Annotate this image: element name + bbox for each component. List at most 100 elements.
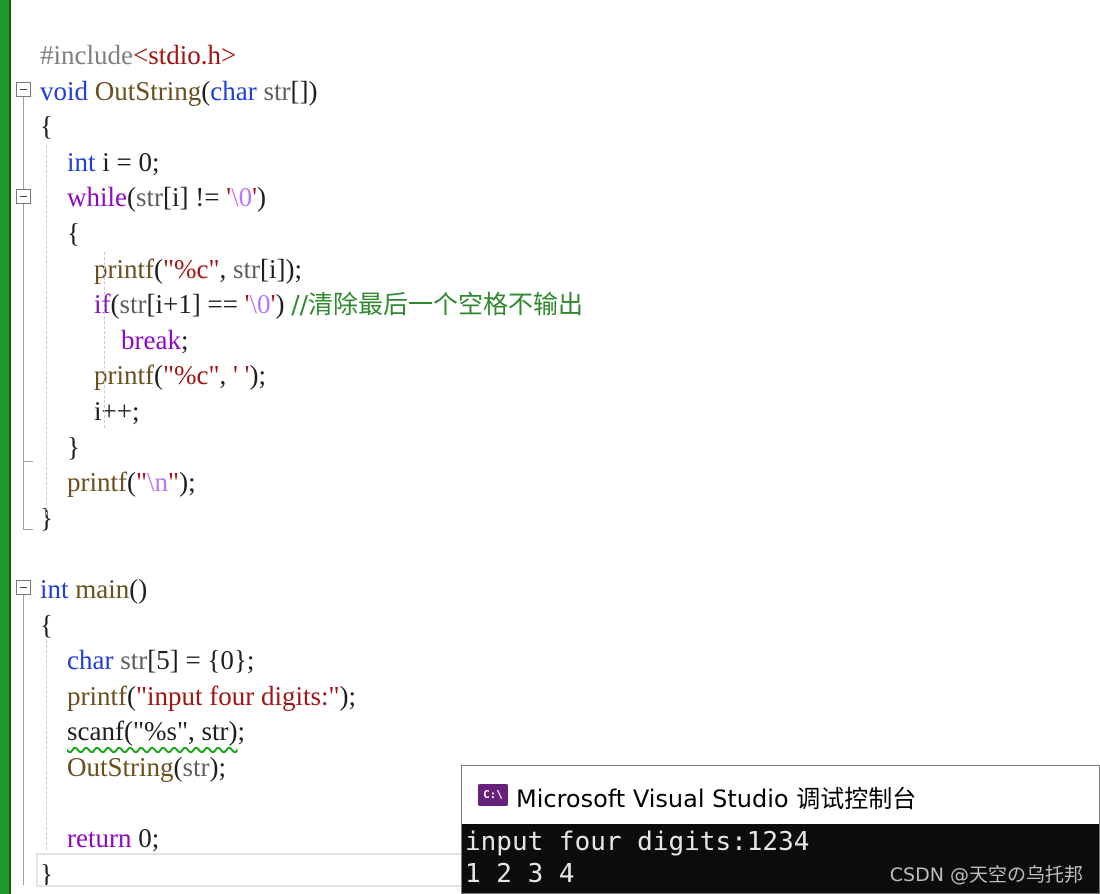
code-line[interactable]: printf("%c", str[i]);: [40, 251, 302, 287]
code-line[interactable]: printf("input four digits:");: [40, 678, 356, 714]
code-token: <stdio.h>: [132, 40, 237, 70]
code-token: ": [136, 467, 148, 498]
code-token: \0: [249, 289, 271, 320]
code-line[interactable]: i++;: [40, 393, 139, 429]
change-tracking-gutter: [0, 0, 9, 894]
code-token: i++;: [40, 396, 140, 426]
collapse-main-icon[interactable]: [16, 580, 31, 595]
code-line[interactable]: int i = 0;: [40, 144, 160, 180]
code-token: ": [168, 467, 180, 498]
outstring-fold-end: [23, 529, 33, 530]
console-output-line: 1 2 3 4: [465, 859, 575, 889]
code-token: "%c": [163, 360, 220, 391]
code-token: if: [94, 289, 111, 320]
code-token: ): [275, 289, 292, 320]
code-token: while: [67, 182, 127, 213]
code-token: char: [67, 645, 114, 676]
code-token: [i] !=: [163, 182, 227, 213]
code-token: \n: [147, 467, 169, 498]
code-token: (: [127, 467, 136, 498]
code-line[interactable]: scanf("%s", str);: [40, 713, 245, 749]
code-line[interactable]: {: [40, 108, 53, 144]
code-token: (: [110, 289, 120, 320]
console-titlebar[interactable]: C:\ Microsoft Visual Studio 调试控制台: [462, 766, 1099, 824]
code-token: (: [127, 680, 136, 711]
indent-guide: [104, 252, 105, 428]
code-line[interactable]: char str[5] = {0};: [40, 642, 254, 678]
code-token: [i+1] ==: [146, 289, 245, 320]
code-token: char: [210, 75, 257, 106]
code-line[interactable]: int main(): [40, 571, 147, 607]
indent-guide: [46, 145, 47, 515]
code-line[interactable]: OutString(str);: [40, 749, 226, 785]
code-token: ): [256, 182, 266, 213]
current-line-highlight: [36, 853, 466, 887]
code-token: str: [113, 645, 148, 676]
code-line[interactable]: if(str[i+1] == '\0') //清除最后一个空格不输出: [40, 286, 583, 322]
collapse-while-icon[interactable]: [16, 189, 31, 204]
code-token: "%c": [163, 253, 220, 284]
indent-guide: [46, 640, 47, 850]
code-line[interactable]: while(str[i] != '\0'): [40, 179, 266, 215]
gutter-edge: [9, 0, 11, 894]
outstring-fold-line: [23, 97, 24, 529]
console-title: Microsoft Visual Studio 调试控制台: [516, 785, 917, 813]
main-fold-line: [23, 595, 24, 885]
code-token: {: [40, 111, 53, 142]
code-token: (): [129, 574, 148, 604]
code-line[interactable]: void OutString(char str[]): [40, 73, 317, 109]
code-token: (: [154, 360, 163, 391]
code-token: \0: [231, 182, 253, 213]
code-token: scanf("%s", str): [67, 716, 238, 747]
code-token: str: [119, 289, 147, 320]
code-token: (: [127, 182, 136, 213]
code-token: );: [249, 360, 267, 391]
code-token: #include: [40, 40, 133, 70]
code-token: str: [256, 75, 291, 106]
code-token: return: [67, 823, 132, 854]
code-token: ,: [219, 253, 234, 284]
console-app-icon: C:\: [478, 784, 508, 806]
code-token: );: [339, 680, 357, 711]
code-token: ' ': [233, 360, 250, 391]
watermark: CSDN @天空の乌托邦: [889, 864, 1083, 886]
code-line[interactable]: return 0;: [40, 820, 159, 856]
code-token: "input four digits:": [136, 680, 340, 711]
debug-console-window[interactable]: C:\ Microsoft Visual Studio 调试控制台 input …: [461, 765, 1100, 894]
code-token: main: [68, 574, 130, 604]
collapse-outstring-icon[interactable]: [16, 82, 31, 97]
code-token: printf: [94, 360, 154, 391]
code-token: );: [209, 752, 227, 782]
code-token: []): [290, 75, 318, 106]
code-line[interactable]: break;: [40, 322, 188, 358]
code-line[interactable]: printf("\n");: [40, 464, 196, 500]
code-line[interactable]: {: [40, 607, 53, 643]
code-token: str: [182, 752, 210, 782]
code-token: //清除最后一个空格不输出: [291, 290, 584, 320]
code-token: (: [201, 75, 211, 106]
code-token: (: [154, 253, 163, 284]
code-token: {: [40, 609, 53, 640]
code-token: i = 0;: [95, 146, 160, 177]
code-token: ;: [180, 324, 189, 355]
code-line[interactable]: #include<stdio.h>: [40, 37, 236, 73]
code-token: int: [67, 146, 96, 177]
code-token: );: [179, 467, 196, 498]
console-output-line: input four digits:1234: [465, 827, 810, 857]
code-token: printf: [94, 253, 154, 284]
code-token: OutString: [88, 75, 202, 106]
code-line[interactable]: printf("%c", ' ');: [40, 357, 266, 393]
while-fold-end: [23, 461, 33, 462]
code-token: printf: [67, 467, 127, 498]
code-token: void: [40, 75, 89, 106]
code-token: str: [136, 182, 163, 213]
